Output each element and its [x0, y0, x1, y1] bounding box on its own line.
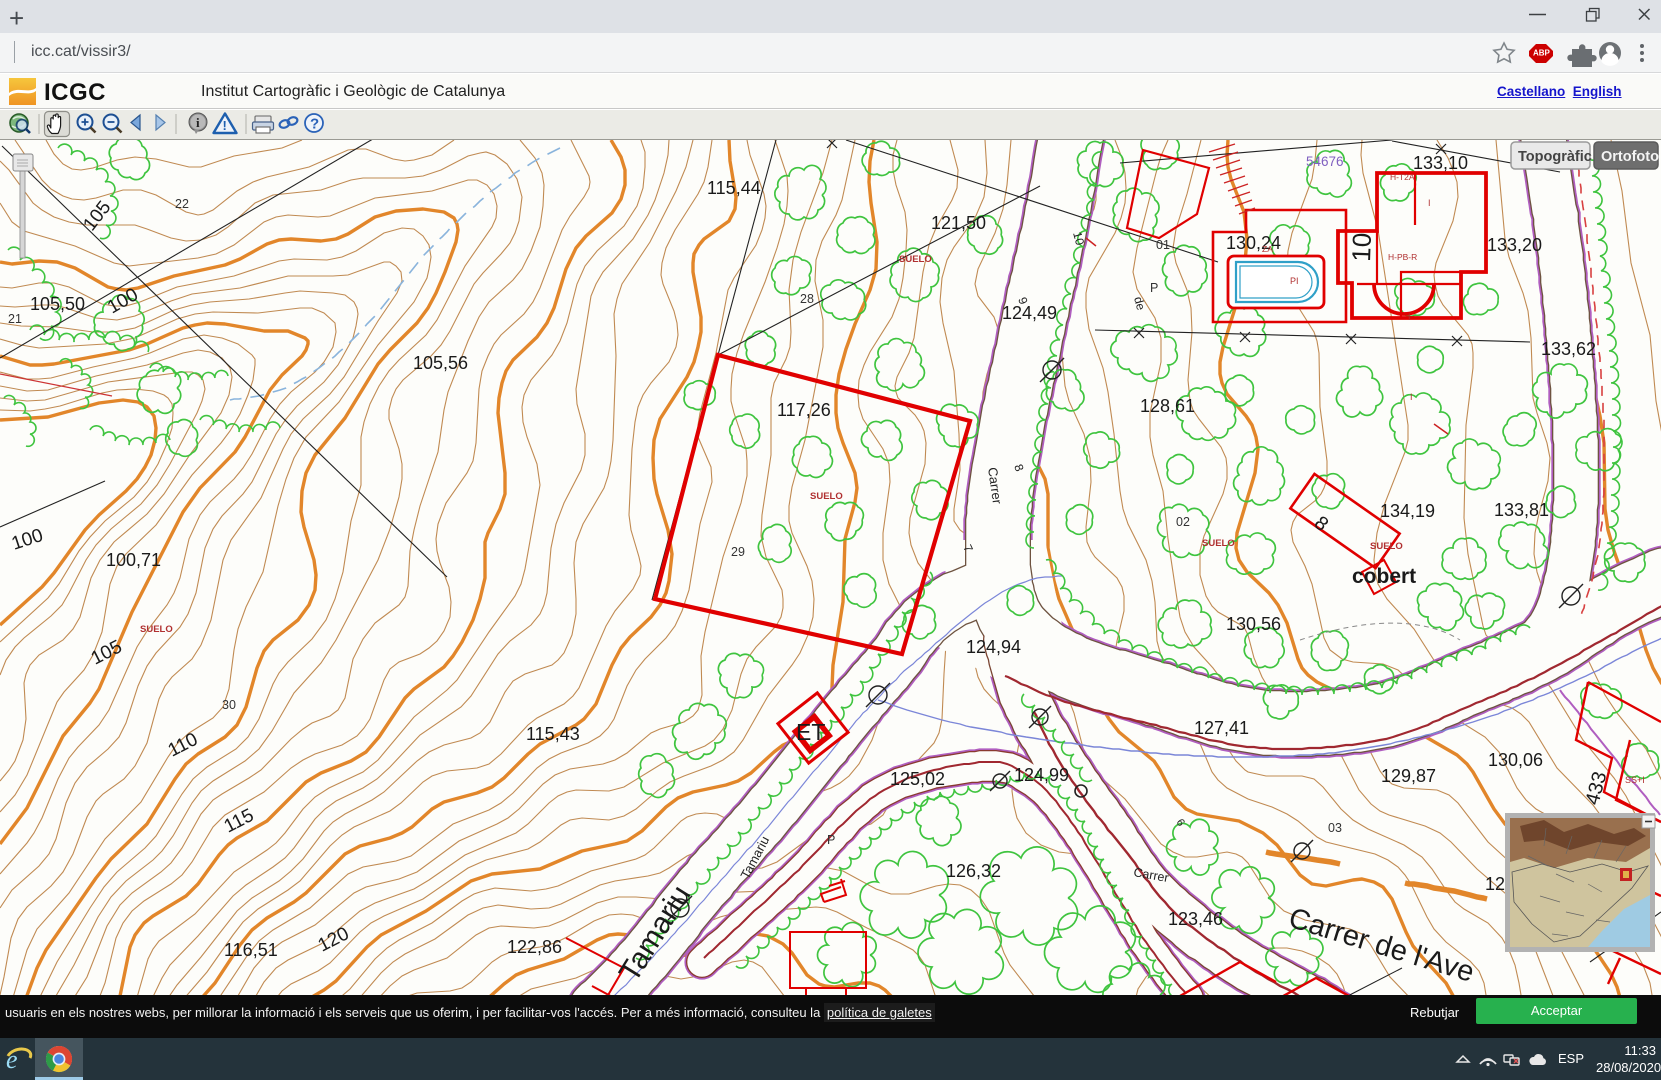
svg-text:121,50: 121,50: [931, 213, 986, 233]
svg-text:124,94: 124,94: [966, 637, 1021, 657]
svg-text:105,50: 105,50: [30, 294, 85, 314]
svg-text:12: 12: [1485, 874, 1505, 894]
svg-text:133,62: 133,62: [1541, 339, 1596, 359]
svg-text:SUELO: SUELO: [810, 491, 843, 502]
svg-text:116,51: 116,51: [224, 940, 278, 960]
svg-text:PI: PI: [1290, 276, 1299, 286]
svg-text:i: i: [196, 115, 200, 130]
svg-text:H-T2A: H-T2A: [1390, 172, 1415, 182]
svg-text:P: P: [827, 833, 835, 847]
svg-text:I: I: [1428, 198, 1431, 208]
svg-text:130,56: 130,56: [1226, 614, 1281, 634]
svg-text:54676: 54676: [1306, 154, 1344, 169]
svg-text:123,46: 123,46: [1168, 909, 1223, 929]
svg-text:SUELO: SUELO: [899, 254, 932, 265]
svg-text:124,49: 124,49: [1002, 303, 1057, 323]
svg-text:P: P: [1150, 281, 1158, 295]
svg-text:ABP: ABP: [1533, 49, 1551, 58]
svg-text:133,10: 133,10: [1413, 153, 1468, 173]
svg-text:126,32: 126,32: [946, 861, 1001, 881]
svg-text:!: !: [223, 118, 227, 133]
svg-text:22: 22: [175, 197, 189, 211]
svg-text:100,71: 100,71: [106, 550, 161, 570]
svg-text:133,20: 133,20: [1487, 235, 1542, 255]
svg-text:127,41: 127,41: [1194, 718, 1249, 738]
svg-text:Topogràfic: Topogràfic: [1518, 149, 1592, 165]
svg-text:130,06: 130,06: [1488, 750, 1543, 770]
svg-text:01: 01: [1156, 238, 1170, 252]
svg-text:I: I: [1408, 312, 1411, 322]
svg-text:117,26: 117,26: [777, 400, 831, 420]
svg-text:115,44: 115,44: [707, 178, 761, 198]
svg-text:cobert: cobert: [1352, 565, 1416, 588]
svg-text:29: 29: [731, 545, 745, 559]
svg-text:105,56: 105,56: [413, 353, 468, 373]
svg-text:133,81: 133,81: [1494, 500, 1549, 520]
svg-text:Ortofoto: Ortofoto: [1601, 149, 1659, 165]
svg-text:02: 02: [1176, 515, 1190, 529]
svg-text:SUELO: SUELO: [1202, 538, 1235, 549]
svg-text:28: 28: [800, 292, 814, 306]
svg-text:125,02: 125,02: [890, 769, 945, 789]
svg-text:SUELO: SUELO: [140, 624, 173, 635]
svg-text:I: I: [1410, 392, 1413, 402]
svg-text:ZA: ZA: [1262, 244, 1273, 254]
svg-text:SUELO: SUELO: [1370, 541, 1403, 552]
svg-text:H-PB-R: H-PB-R: [1388, 252, 1417, 262]
svg-text:ET: ET: [796, 719, 825, 745]
svg-text:129,87: 129,87: [1381, 766, 1436, 786]
svg-text:128,61: 128,61: [1140, 396, 1195, 416]
svg-text:134,19: 134,19: [1380, 501, 1435, 521]
svg-text:21: 21: [8, 312, 22, 326]
svg-text:122,86: 122,86: [507, 937, 562, 957]
svg-text:124,99: 124,99: [1014, 765, 1069, 785]
svg-text:03: 03: [1328, 821, 1342, 835]
svg-text:?: ?: [310, 116, 319, 133]
svg-text:30: 30: [222, 698, 236, 712]
svg-text:SS+I: SS+I: [1625, 775, 1645, 785]
svg-text:115,43: 115,43: [526, 724, 580, 744]
svg-text:10: 10: [1346, 232, 1377, 262]
